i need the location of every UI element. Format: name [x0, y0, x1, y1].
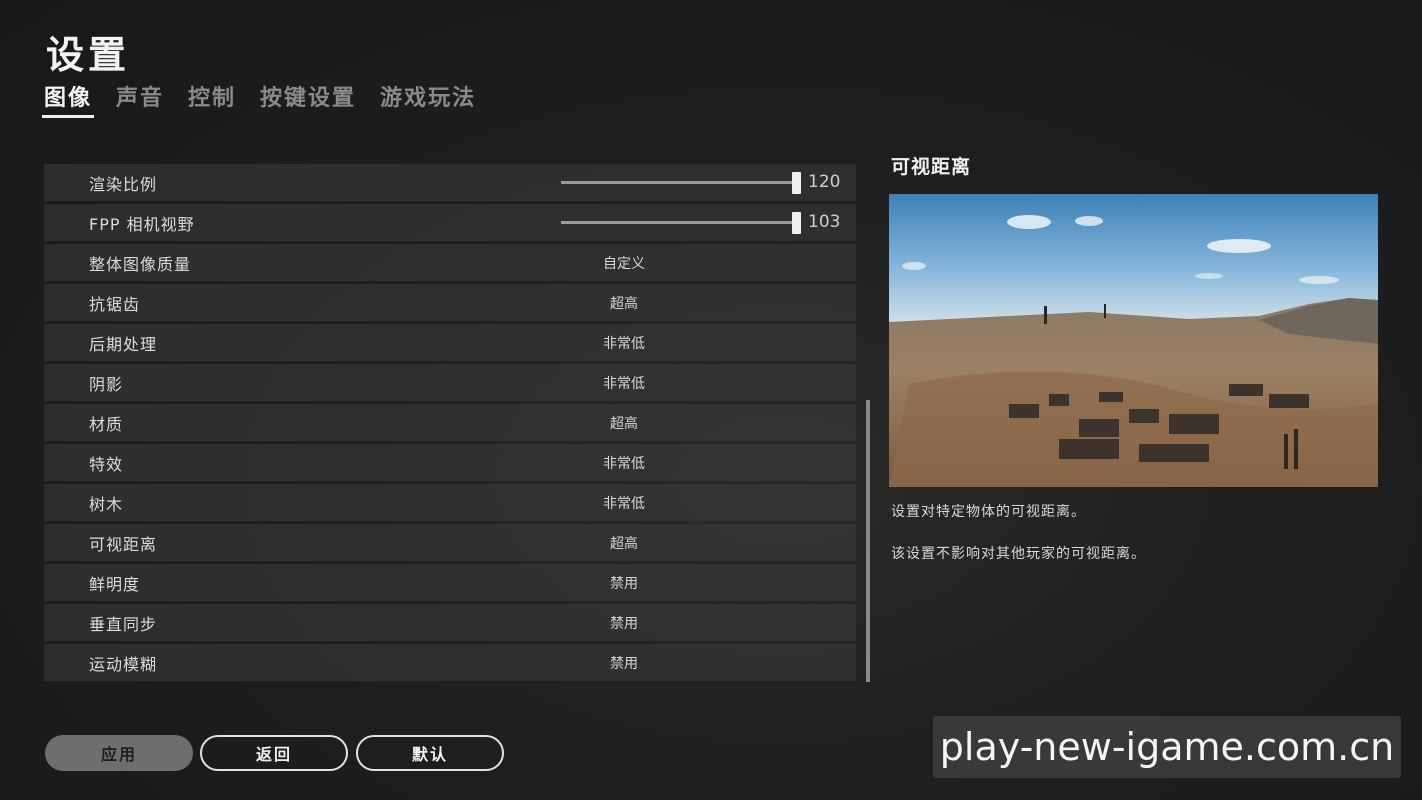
- slider-fill: [561, 181, 797, 184]
- setting-label: 垂直同步: [89, 615, 158, 634]
- setting-value[interactable]: 自定义: [569, 253, 679, 273]
- setting-label: 运动模糊: [89, 655, 158, 674]
- setting-value[interactable]: 非常低: [569, 493, 679, 513]
- setting-label: 阴影: [89, 375, 124, 394]
- back-button[interactable]: 返回: [200, 735, 348, 771]
- setting-row-textures[interactable]: 材质 超高: [44, 404, 856, 441]
- setting-row-overall-quality[interactable]: 整体图像质量 自定义: [44, 244, 856, 281]
- setting-row-sharpen[interactable]: 鲜明度 禁用: [44, 564, 856, 601]
- setting-label: 可视距离: [89, 535, 158, 554]
- setting-row-motion-blur[interactable]: 运动模糊 禁用: [44, 644, 856, 681]
- setting-row-post-processing[interactable]: 后期处理 非常低: [44, 324, 856, 361]
- watermark: play-new-igame.com.cn: [933, 716, 1401, 778]
- setting-value[interactable]: 非常低: [569, 453, 679, 473]
- tab-graphics[interactable]: 图像: [41, 80, 95, 118]
- setting-value[interactable]: 非常低: [569, 333, 679, 353]
- setting-value[interactable]: 禁用: [569, 573, 679, 593]
- detail-title: 可视距离: [891, 156, 972, 178]
- setting-row-render-scale[interactable]: 渲染比例 120: [44, 164, 856, 201]
- setting-value[interactable]: 非常低: [569, 373, 679, 393]
- setting-label: 鲜明度: [89, 575, 141, 594]
- render-scale-slider[interactable]: [561, 172, 801, 194]
- setting-value[interactable]: 超高: [569, 413, 679, 433]
- setting-row-anti-aliasing[interactable]: 抗锯齿 超高: [44, 284, 856, 321]
- setting-label: 后期处理: [89, 335, 158, 354]
- apply-button[interactable]: 应用: [45, 735, 193, 771]
- slider-value: 120: [808, 172, 841, 192]
- default-button[interactable]: 默认: [356, 735, 504, 771]
- tab-sound[interactable]: 声音: [116, 80, 164, 118]
- setting-row-fpp-fov[interactable]: FPP 相机视野 103: [44, 204, 856, 241]
- settings-list: 渲染比例 120 FPP 相机视野 103 整体图像质量 自定义 抗锯齿 超高 …: [44, 164, 856, 684]
- setting-value[interactable]: 禁用: [569, 653, 679, 673]
- setting-label: 材质: [89, 415, 124, 434]
- setting-row-shadows[interactable]: 阴影 非常低: [44, 364, 856, 401]
- slider-thumb[interactable]: [792, 212, 801, 234]
- detail-note: 该设置不影响对其他玩家的可视距离。: [891, 546, 1146, 562]
- slider-thumb[interactable]: [792, 172, 801, 194]
- setting-row-view-distance[interactable]: 可视距离 超高: [44, 524, 856, 561]
- setting-value[interactable]: 禁用: [569, 613, 679, 633]
- tab-control[interactable]: 控制: [188, 80, 236, 118]
- preview-image: [889, 194, 1378, 487]
- setting-label: 特效: [89, 455, 124, 474]
- fpp-fov-slider[interactable]: [561, 212, 801, 234]
- page-title: 设置: [46, 33, 131, 77]
- setting-label: 渲染比例: [89, 175, 158, 194]
- setting-label: 整体图像质量: [89, 255, 192, 274]
- setting-label: FPP 相机视野: [89, 215, 195, 234]
- setting-row-foliage[interactable]: 树木 非常低: [44, 484, 856, 521]
- setting-value[interactable]: 超高: [569, 533, 679, 553]
- tab-keybindings[interactable]: 按键设置: [260, 80, 356, 118]
- setting-label: 树木: [89, 495, 124, 514]
- tab-bar: 图像 声音 控制 按键设置 游戏玩法: [41, 80, 500, 118]
- desert-landscape-image: [889, 194, 1378, 487]
- slider-value: 103: [808, 212, 841, 232]
- slider-fill: [561, 221, 797, 224]
- setting-value[interactable]: 超高: [569, 293, 679, 313]
- tab-gameplay[interactable]: 游戏玩法: [380, 80, 476, 118]
- scrollbar[interactable]: [866, 400, 870, 682]
- setting-row-vsync[interactable]: 垂直同步 禁用: [44, 604, 856, 641]
- setting-label: 抗锯齿: [89, 295, 141, 314]
- setting-row-effects[interactable]: 特效 非常低: [44, 444, 856, 481]
- detail-description: 设置对特定物体的可视距离。: [891, 504, 1086, 520]
